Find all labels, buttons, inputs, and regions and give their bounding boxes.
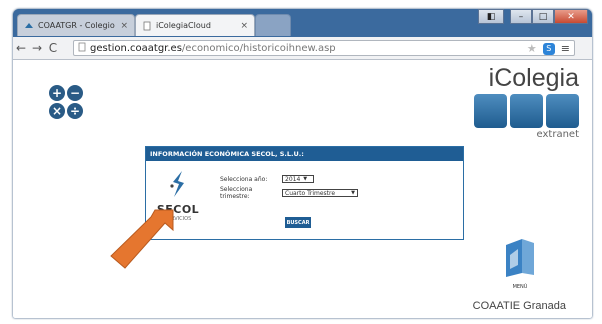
url-path: /economico/historicoihnew.asp	[181, 42, 336, 54]
browser-menu-icon[interactable]: ≡	[561, 42, 570, 55]
browser-toolbar: ← → C gestion.coaatgr.es/economico/histo…	[13, 37, 592, 60]
address-bar[interactable]: gestion.coaatgr.es/economico/historicoih…	[73, 40, 575, 56]
minimize-icon[interactable]: –	[510, 9, 532, 24]
divide-icon: ÷	[67, 103, 83, 119]
forward-icon[interactable]: →	[29, 41, 45, 55]
user-profile-icon[interactable]: ◧	[478, 9, 504, 24]
tab-label: COAATGR - Colegio Ofici	[38, 21, 116, 30]
dropdown-arrow-icon: ▼	[351, 190, 355, 196]
year-select[interactable]: 2014 ▼	[282, 175, 314, 183]
new-tab-button[interactable]	[255, 14, 291, 36]
calculator-icon[interactable]: + − × ÷	[49, 85, 83, 119]
minus-icon: −	[67, 85, 83, 101]
page-content: + − × ÷ iColegia extranet INFORMACIÓN EC…	[13, 60, 592, 318]
close-tab-icon[interactable]: ×	[120, 21, 128, 31]
browser-window: COAATGR - Colegio Ofici × iColegiaCloud …	[13, 9, 592, 318]
back-icon[interactable]: ←	[13, 41, 29, 55]
close-tab-icon[interactable]: ×	[240, 21, 248, 31]
plus-icon: +	[49, 85, 65, 101]
page-info-icon	[78, 42, 86, 55]
quarter-label: Selecciona trimestre:	[220, 186, 253, 200]
brand-subtitle: extranet	[536, 129, 579, 140]
icolegia-logo: iColegia extranet	[469, 65, 579, 140]
quarter-row: Selecciona trimestre: Cuarto Trimestre ▼	[220, 186, 358, 200]
omnibox-actions: ★ S ≡	[527, 42, 570, 55]
brand-name: iColegia	[488, 64, 579, 92]
menu-label: MENÚ	[512, 284, 528, 290]
url-host: gestion.coaatgr.es	[90, 42, 182, 54]
quarter-select[interactable]: Cuarto Trimestre ▼	[282, 189, 358, 197]
page-icon	[142, 21, 152, 31]
search-form: Selecciona año: 2014 ▼ Selecciona trimes…	[220, 175, 358, 203]
tab-strip: COAATGR - Colegio Ofici × iColegiaCloud …	[13, 9, 592, 37]
close-window-icon[interactable]: ✕	[554, 9, 588, 24]
brand-tile	[546, 94, 579, 128]
footer-text: COAATIE Granada	[472, 300, 566, 312]
dropdown-arrow-icon: ▼	[303, 176, 308, 182]
extension-s-icon[interactable]: S	[542, 42, 555, 55]
brand-tiles	[469, 94, 579, 128]
quarter-select-value: Cuarto Trimestre	[285, 189, 336, 197]
times-icon: ×	[49, 103, 65, 119]
menu-book-icon	[506, 239, 534, 277]
tab-icolegiacloud[interactable]: iColegiaCloud ×	[135, 14, 255, 36]
panel-title: INFORMACIÓN ECONÓMICA SECOL, S.L.U.:	[146, 147, 463, 161]
window-controls: ◧ – □ ✕	[478, 9, 588, 24]
reload-icon[interactable]: C	[45, 41, 61, 55]
year-select-value: 2014	[285, 175, 301, 183]
year-row: Selecciona año: 2014 ▼	[220, 175, 358, 183]
year-label: Selecciona año:	[220, 175, 268, 183]
maximize-icon[interactable]: □	[532, 9, 554, 24]
brand-tile	[474, 94, 507, 128]
menu-button[interactable]: MENÚ	[499, 235, 541, 290]
secol-mark-icon	[170, 171, 184, 197]
bookmark-star-icon[interactable]: ★	[527, 42, 537, 55]
search-button[interactable]: BUSCAR	[285, 217, 311, 228]
pointer-arrow-icon	[110, 209, 174, 269]
brand-tile	[510, 94, 543, 128]
tab-coaatgr[interactable]: COAATGR - Colegio Ofici ×	[17, 14, 135, 36]
economic-info-panel: INFORMACIÓN ECONÓMICA SECOL, S.L.U.: SEC…	[145, 146, 464, 240]
tab-label: iColegiaCloud	[156, 21, 211, 30]
site-favicon-icon	[24, 21, 34, 31]
